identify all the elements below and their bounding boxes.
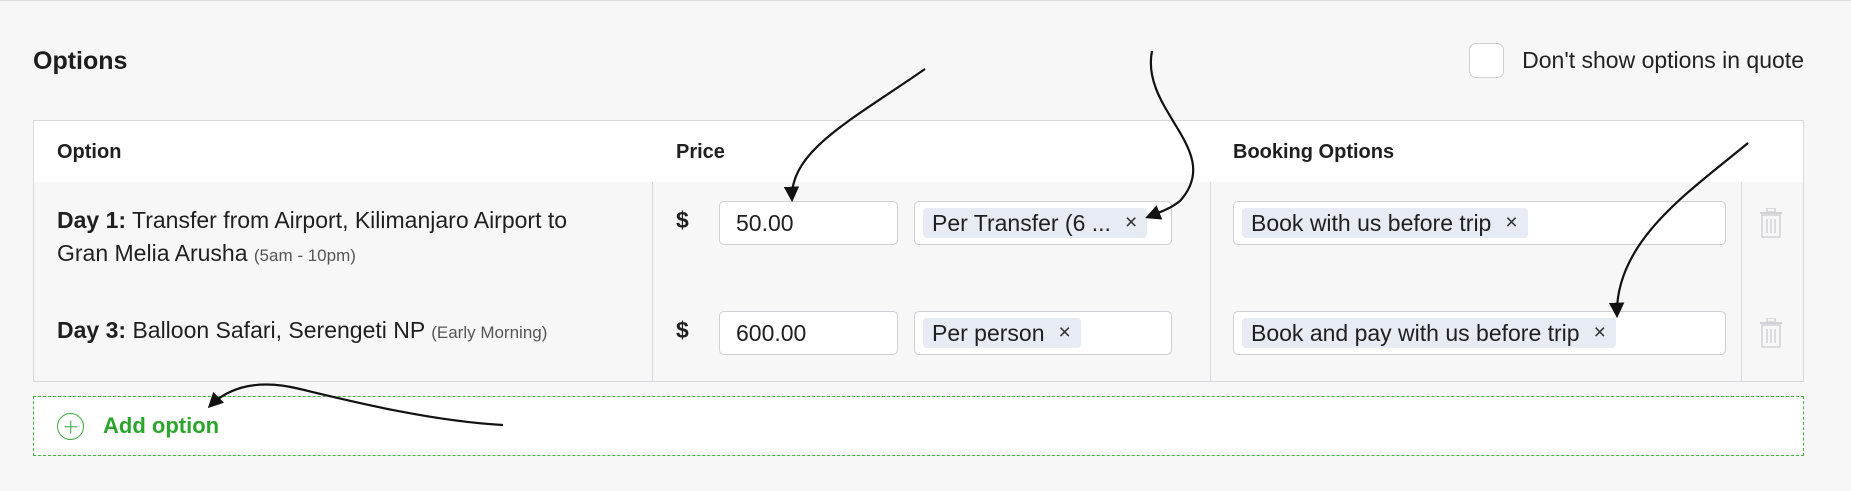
option-day: Day 1: (57, 207, 127, 233)
booking-option-label: Book with us before trip (1251, 209, 1492, 236)
price-type-label: Per person (932, 319, 1045, 346)
trash-icon[interactable] (1760, 208, 1782, 238)
remove-chip-icon[interactable]: × (1059, 321, 1071, 345)
price-type-chip: Per Transfer (6 ... × (923, 208, 1148, 238)
dont-show-options-checkbox[interactable] (1469, 43, 1505, 78)
price-type-chip: Per person × (923, 318, 1081, 348)
dont-show-options-toggle[interactable]: Don't show options in quote (1469, 43, 1804, 78)
plus-circle-icon (57, 413, 84, 440)
booking-options-select[interactable]: Book with us before trip × (1233, 201, 1726, 245)
add-option-label: Add option (103, 413, 220, 438)
price-type-label: Per Transfer (6 ... (932, 209, 1111, 236)
option-description: Day 3: Balloon Safari, Serengeti NP (Ear… (57, 314, 647, 349)
currency-symbol: $ (676, 317, 689, 343)
option-time: (Early Morning) (431, 323, 548, 342)
column-header-price: Price (676, 141, 725, 163)
column-divider (1741, 182, 1742, 381)
booking-option-chip: Book with us before trip × (1242, 208, 1528, 238)
remove-chip-icon[interactable]: × (1594, 321, 1606, 345)
column-divider (652, 182, 653, 381)
currency-symbol: $ (676, 207, 689, 233)
column-header-booking-options: Booking Options (1233, 141, 1395, 163)
add-option-button[interactable]: Add option (33, 396, 1804, 456)
remove-chip-icon[interactable]: × (1125, 211, 1137, 235)
price-type-select[interactable]: Per Transfer (6 ... × (914, 201, 1172, 245)
price-type-select[interactable]: Per person × (914, 311, 1172, 355)
price-input[interactable]: 600.00 (719, 311, 898, 355)
option-day: Day 3: (57, 317, 127, 343)
booking-option-label: Book and pay with us before trip (1251, 319, 1580, 346)
table-row: Day 1: Transfer from Airport, Kilimanjar… (34, 182, 1803, 293)
booking-options-select[interactable]: Book and pay with us before trip × (1233, 311, 1726, 355)
column-divider (1210, 182, 1211, 381)
options-table: Option Price Booking Options Day 1: Tran… (33, 120, 1804, 382)
booking-option-chip: Book and pay with us before trip × (1242, 318, 1616, 348)
option-name-cont: Gran Melia Arusha (57, 240, 248, 266)
dont-show-options-label: Don't show options in quote (1522, 47, 1804, 73)
trash-icon[interactable] (1760, 318, 1782, 348)
option-name: Transfer from Airport, Kilimanjaro Airpo… (132, 207, 568, 233)
remove-chip-icon[interactable]: × (1505, 211, 1517, 235)
options-title: Options (33, 47, 128, 75)
options-table-header: Option Price Booking Options (34, 121, 1803, 183)
option-description: Day 1: Transfer from Airport, Kilimanjar… (57, 204, 647, 272)
table-row: Day 3: Balloon Safari, Serengeti NP (Ear… (34, 292, 1803, 381)
price-input[interactable]: 50.00 (719, 201, 898, 245)
column-header-option: Option (57, 141, 122, 163)
option-time: (5am - 10pm) (253, 246, 356, 265)
option-name: Balloon Safari, Serengeti NP (132, 317, 425, 343)
